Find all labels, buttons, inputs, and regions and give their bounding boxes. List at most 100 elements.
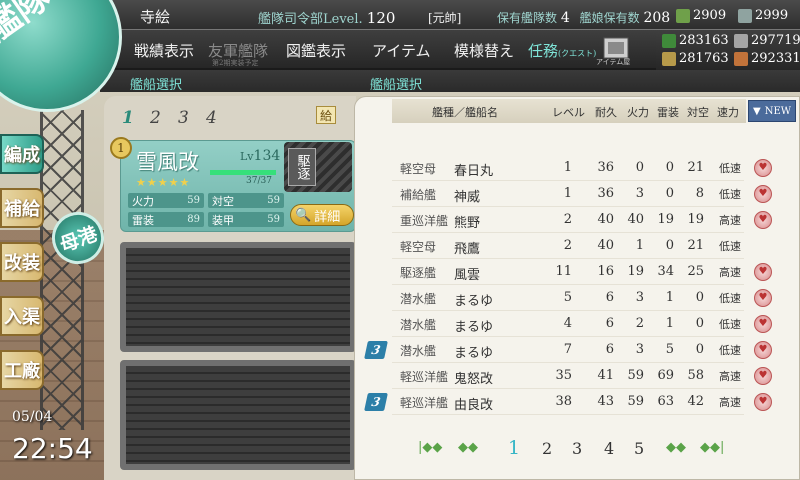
detail-button[interactable]: 🔍 詳細 <box>290 204 354 226</box>
level-cell: 11 <box>555 264 572 279</box>
ship-list-row[interactable]: 補給艦 神威 1 36 3 0 8 低速 <box>392 181 744 207</box>
speed-cell: 低速 <box>719 162 741 175</box>
torpedo-cell: 0 <box>665 238 674 253</box>
ship-stars: ★★★★★ <box>136 176 191 189</box>
antiair-cell: 0 <box>695 290 704 305</box>
ship-list-row[interactable]: 軽巡洋艦 由良改 38 43 59 63 42 高速 <box>392 389 744 415</box>
last-page-icon[interactable]: ◆◆| <box>700 440 724 455</box>
ship-list-row[interactable]: 重巡洋艦 熊野 2 40 40 19 19 高速 <box>392 207 744 233</box>
menu-encyclopedia[interactable]: 図鑑表示 <box>286 40 346 61</box>
firepower-cell: 3 <box>635 186 644 201</box>
ship-list-row[interactable]: 軽巡洋艦 鬼怒改 35 41 59 69 58 高速 <box>392 363 744 389</box>
right-section-title: 艦船選択 <box>370 78 423 93</box>
antiair-cell: 0 <box>695 342 704 357</box>
menu-friend-fleet-sub: 第2期実装予定 <box>212 59 259 67</box>
sort-button[interactable]: ▼ NEW <box>748 100 796 122</box>
menu-furniture[interactable]: 模様替え <box>454 40 514 61</box>
stat-antiair: 対空 59 <box>208 193 284 208</box>
menu-quest[interactable]: 任務(クエスト) <box>528 40 596 61</box>
menu-items[interactable]: アイテム <box>372 40 431 61</box>
hp-cell: 40 <box>597 238 614 253</box>
ship-list-row[interactable]: 潜水艦 まるゆ 5 6 3 1 0 低速 <box>392 285 744 311</box>
first-page-icon[interactable]: |◆◆ <box>418 440 442 455</box>
lock-heart-icon[interactable]: ♥ <box>754 159 772 177</box>
ship-list-row[interactable]: 軽空母 春日丸 1 36 0 0 21 低速 <box>392 155 744 181</box>
nav-fleet-organize[interactable]: 編成 <box>0 134 44 174</box>
antiair-cell: 0 <box>695 316 704 331</box>
bauxite-resource: 292331 <box>734 51 800 66</box>
ship-name: 雪風改 <box>136 150 199 174</box>
ship-level-label: Lv <box>240 150 254 163</box>
nav-remodel[interactable]: 改装 <box>0 242 44 282</box>
ship-type: 軽巡洋艦 <box>400 370 449 384</box>
lock-heart-icon[interactable]: ♥ <box>754 185 772 203</box>
speed-cell: 高速 <box>719 266 741 279</box>
lock-heart-icon[interactable]: ♥ <box>754 263 772 281</box>
fleet-tab-4[interactable]: 4 <box>206 108 224 128</box>
ship-list-row[interactable]: 潜水艦 まるゆ 4 6 2 1 0 低速 <box>392 311 744 337</box>
hp-cell: 16 <box>597 264 614 279</box>
prev-page-icon[interactable]: ◆◆ <box>458 440 478 455</box>
fleet-tab-3[interactable]: 3 <box>178 108 196 128</box>
lock-heart-icon[interactable]: ♥ <box>754 315 772 333</box>
header-level[interactable]: レベル <box>552 104 585 120</box>
antiair-cell: 42 <box>687 394 704 409</box>
page-1[interactable]: 1 <box>508 437 520 459</box>
bucket-icon <box>676 8 690 23</box>
fleet-tab-2[interactable]: 2 <box>150 108 168 128</box>
time-display: 22:54 <box>12 432 93 465</box>
stat-antiair-label: 対空 <box>212 194 234 208</box>
page-4[interactable]: 4 <box>604 439 614 458</box>
ammo-value: 281763 <box>679 51 729 66</box>
torpedo-cell: 1 <box>665 290 674 305</box>
antiair-cell: 21 <box>687 238 704 253</box>
page-2[interactable]: 2 <box>542 439 552 458</box>
ships-owned-label: 保有艦隊数 <box>497 11 558 25</box>
empty-ship-slot-2[interactable] <box>120 242 356 352</box>
ship-name-cell: 風雲 <box>454 268 481 283</box>
girls-owned-value: 208 <box>643 10 671 26</box>
page-5[interactable]: 5 <box>634 439 644 458</box>
bauxite-icon <box>734 51 748 66</box>
hp-bar-fill <box>210 170 276 175</box>
firepower-cell: 59 <box>627 368 644 383</box>
fleet-tab-1[interactable]: 1 <box>122 108 140 128</box>
level-cell: 1 <box>563 160 572 175</box>
header-hp: 耐久 <box>595 106 617 119</box>
stat-torpedo: 雷装 89 <box>128 212 204 227</box>
supply-badge[interactable]: 給 <box>316 106 336 124</box>
stat-armor-value: 59 <box>267 214 280 225</box>
right-section-bar <box>356 70 800 92</box>
empty-ship-slot-3[interactable] <box>120 360 356 470</box>
ship-list-row[interactable]: 軽空母 飛鷹 2 40 1 0 21 低速 <box>392 233 744 259</box>
lock-heart-icon[interactable]: ♥ <box>754 393 772 411</box>
devmat-value: 2999 <box>755 8 789 23</box>
ship-slot-index: 1 <box>110 137 132 159</box>
nav-supply[interactable]: 補給 <box>0 188 44 228</box>
lock-heart-icon[interactable]: ♥ <box>754 289 772 307</box>
menu-record[interactable]: 戦績表示 <box>134 40 194 61</box>
lock-heart-icon[interactable]: ♥ <box>754 211 772 229</box>
ship-type: 重巡洋艦 <box>400 214 449 228</box>
lock-heart-icon[interactable]: ♥ <box>754 367 772 385</box>
next-page-icon[interactable]: ◆◆ <box>666 440 686 455</box>
ship-list-row[interactable]: 駆逐艦 風雲 11 16 19 34 25 高速 <box>392 259 744 285</box>
header-antiair: 対空 <box>687 106 709 119</box>
lock-heart-icon[interactable]: ♥ <box>754 341 772 359</box>
chevron-down-icon: ▼ <box>753 105 761 117</box>
torpedo-cell: 0 <box>665 186 674 201</box>
header-type-name[interactable]: 艦種／艦船名 <box>432 104 498 120</box>
ship-list-row[interactable]: 潜水艦 まるゆ 7 6 3 5 0 低速 <box>392 337 744 363</box>
menu-quest-sub: (クエスト) <box>558 49 597 58</box>
hq-level: 艦隊司令部Level. 120 <box>258 8 395 27</box>
crane-decoration <box>40 110 84 430</box>
nav-repair[interactable]: 入渠 <box>0 296 44 336</box>
hp-cell: 41 <box>597 368 614 383</box>
nav-arsenal[interactable]: 工廠 <box>0 350 44 390</box>
bucket-value: 2909 <box>693 8 727 23</box>
firepower-cell: 3 <box>635 342 644 357</box>
left-section-title: 艦船選択 <box>130 78 183 93</box>
page-3[interactable]: 3 <box>572 439 582 458</box>
stat-torpedo-label: 雷装 <box>132 213 154 227</box>
stat-armor-label: 装甲 <box>212 213 234 227</box>
